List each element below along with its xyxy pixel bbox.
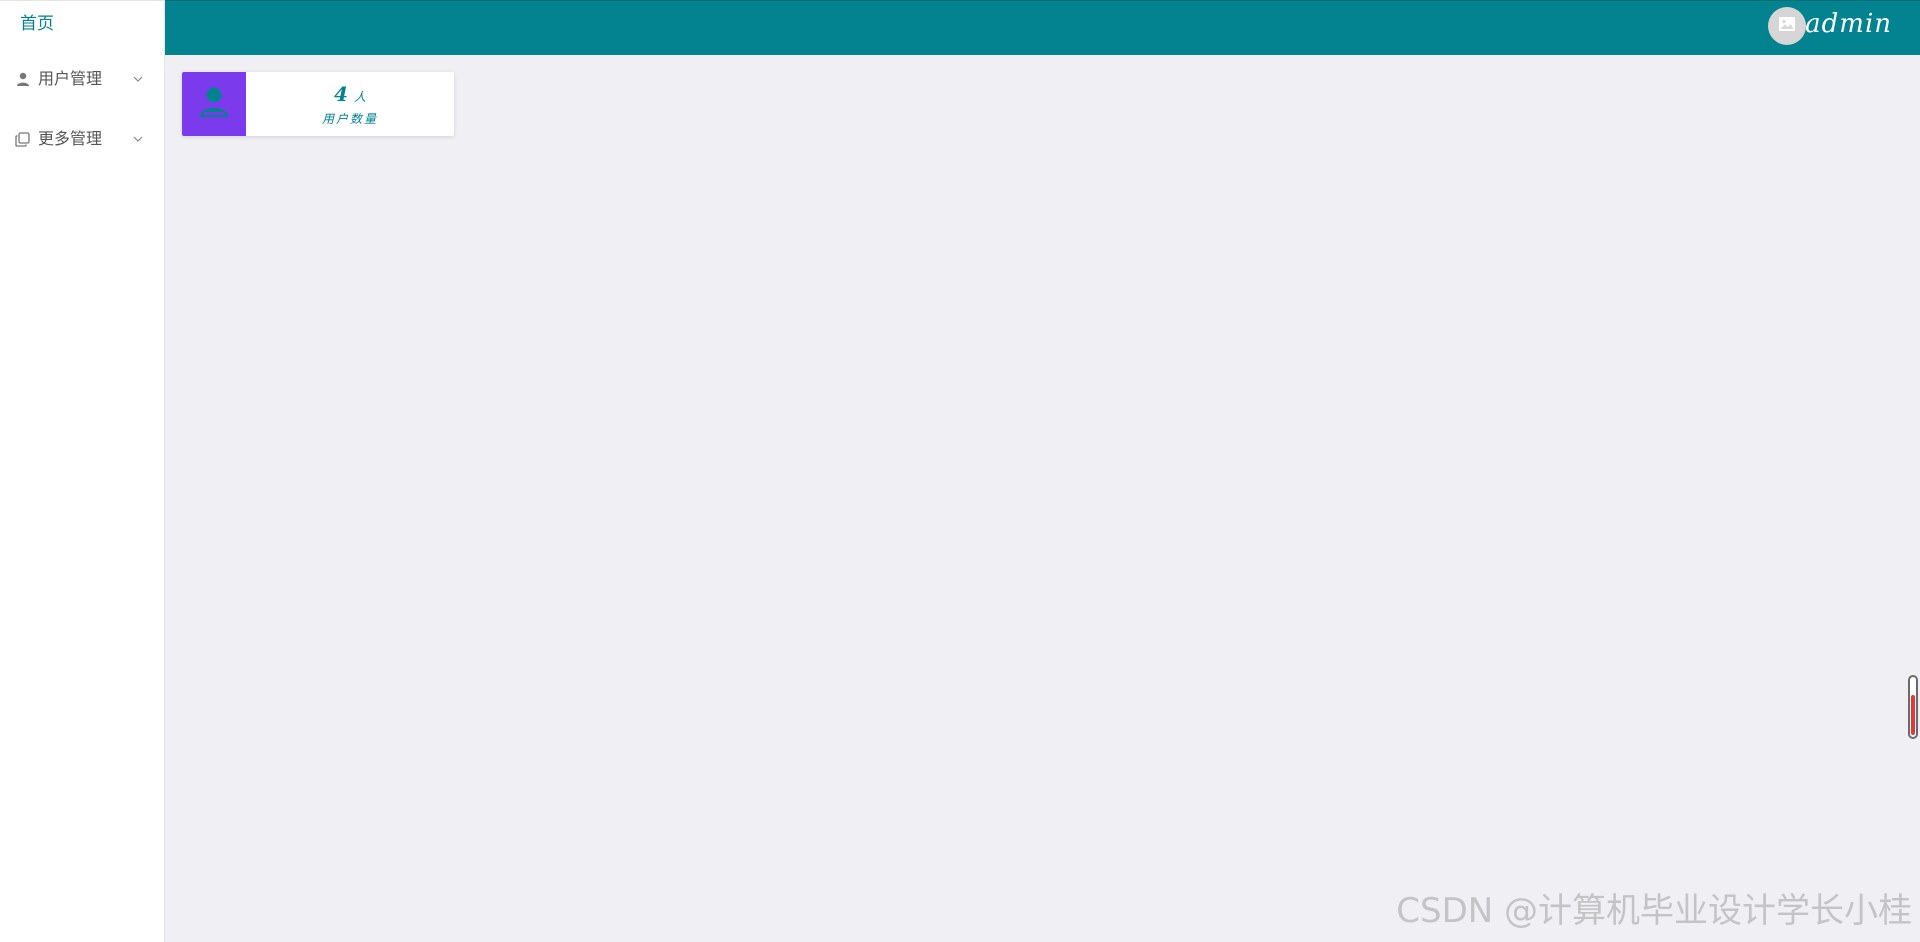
- sidebar-home-link[interactable]: 首页: [0, 1, 164, 49]
- chevron-down-icon: [132, 109, 144, 169]
- sidebar-menu-more-management[interactable]: 更多管理: [0, 109, 164, 169]
- stat-label: 用户数量: [321, 111, 378, 126]
- stat-value-row: 4 人: [334, 82, 366, 106]
- scroll-indicator-fill: [1911, 695, 1915, 735]
- sidebar-menu-label: 用户管理: [38, 69, 103, 88]
- stat-unit: 人: [353, 89, 366, 104]
- sidebar: 首页 用户管理 更多管理: [0, 0, 165, 942]
- user-icon: [14, 71, 31, 88]
- copy-icon: [14, 131, 31, 148]
- user-avatar[interactable]: [1768, 7, 1806, 45]
- image-placeholder-icon: [1778, 16, 1796, 36]
- watermark-text: CSDN @计算机毕业设计学长小桂: [1396, 891, 1912, 931]
- stat-icon-box: [182, 72, 246, 136]
- scroll-indicator[interactable]: [1908, 675, 1918, 739]
- stat-card-user-count: 4 人 用户数量: [182, 72, 454, 136]
- username-label[interactable]: admin: [1805, 9, 1892, 39]
- chevron-down-icon: [132, 49, 144, 109]
- stat-value: 4: [334, 81, 348, 106]
- stat-body: 4 人 用户数量: [246, 72, 454, 136]
- top-header-bar: admin: [165, 0, 1920, 55]
- sidebar-menu-label: 更多管理: [38, 129, 103, 148]
- sidebar-menu-user-management[interactable]: 用户管理: [0, 49, 164, 109]
- user-icon: [199, 86, 229, 122]
